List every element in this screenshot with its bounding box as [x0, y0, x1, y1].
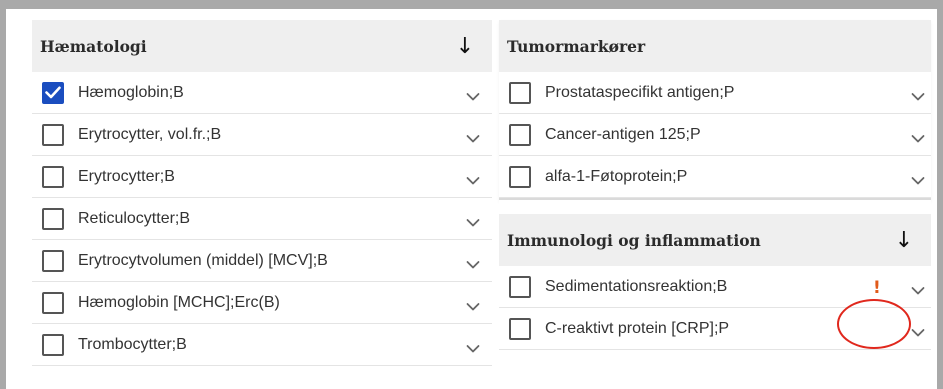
list-item[interactable]: Erytrocytter;B [32, 156, 492, 198]
item-label: Hæmoglobin [MCHC];Erc(B) [78, 293, 280, 311]
chevron-down-icon[interactable] [466, 173, 480, 185]
list-item[interactable]: Erytrocytvolumen (middel) [MCV];B [32, 240, 492, 282]
checkbox[interactable] [509, 275, 531, 298]
item-label: alfa-1-Føtoprotein;P [545, 167, 688, 185]
checkbox[interactable] [509, 81, 531, 104]
chevron-down-icon[interactable] [466, 89, 480, 101]
chevron-down-icon[interactable] [911, 173, 925, 185]
sort-arrow-icon[interactable]: ↓ [891, 228, 917, 253]
item-label: Prostataspecifikt antigen;P [545, 83, 735, 101]
item-label: Erytrocytter, vol.fr.;B [78, 125, 222, 143]
list-item[interactable]: Reticulocytter;B [32, 198, 492, 240]
list-item[interactable]: Hæmoglobin;B [32, 72, 492, 114]
haematologi-list: Hæmoglobin;B Erytrocytter, vol.fr.;B Erytr… [32, 72, 492, 366]
tumormarkorer-list: Prostataspecifikt antigen;P Cancer-antige… [499, 72, 931, 198]
item-label: Erytrocytvolumen (middel) [MCV];B [78, 251, 328, 269]
list-item[interactable]: Cancer-antigen 125;P [499, 114, 931, 156]
item-label: Erytrocytter;B [78, 167, 175, 185]
list-item[interactable]: Prostataspecifikt antigen;P [499, 72, 931, 114]
list-item[interactable]: Erytrocytter, vol.fr.;B [32, 114, 492, 156]
haematologi-panel: Hæmatologi ↓ Hæmoglobin;B Erytrocytter, v… [32, 20, 492, 366]
highlight-circle [837, 299, 911, 349]
checkbox[interactable] [42, 249, 64, 272]
section-spacer [499, 200, 931, 214]
checkbox[interactable] [42, 81, 64, 104]
item-label: Trombocytter;B [78, 335, 187, 353]
chevron-down-icon[interactable] [466, 341, 480, 353]
list-item[interactable]: alfa-1-Føtoprotein;P [499, 156, 931, 198]
exclamation-icon: ! [873, 278, 881, 298]
chevron-down-icon[interactable] [911, 283, 925, 295]
checkbox[interactable] [42, 123, 64, 146]
checkbox[interactable] [509, 123, 531, 146]
immunologi-title: Immunologi og inflammation [507, 230, 761, 250]
haematologi-title: Hæmatologi [40, 36, 147, 56]
list-item[interactable]: Hæmoglobin [MCHC];Erc(B) [32, 282, 492, 324]
tumormarkorer-panel: Tumormarkører Prostataspecifikt antigen;… [499, 20, 931, 200]
tumormarkorer-title: Tumormarkører [507, 36, 646, 56]
chevron-down-icon[interactable] [911, 131, 925, 143]
item-label: C-reaktivt protein [CRP];P [545, 319, 730, 337]
checkbox[interactable] [42, 291, 64, 314]
checkbox[interactable] [509, 165, 531, 188]
item-label: Hæmoglobin;B [78, 83, 184, 101]
chevron-down-icon[interactable] [466, 215, 480, 227]
checkbox[interactable] [509, 317, 531, 340]
chevron-down-icon[interactable] [466, 257, 480, 269]
item-label: Cancer-antigen 125;P [545, 125, 701, 143]
chevron-down-icon[interactable] [911, 325, 925, 337]
chevron-down-icon[interactable] [466, 131, 480, 143]
list-item[interactable]: Trombocytter;B [32, 324, 492, 366]
haematologi-header: Hæmatologi ↓ [32, 20, 492, 72]
chevron-down-icon[interactable] [911, 89, 925, 101]
immunologi-header: Immunologi og inflammation ↓ [499, 214, 931, 266]
chevron-down-icon[interactable] [466, 299, 480, 311]
tumormarkorer-header: Tumormarkører [499, 20, 931, 72]
sort-arrow-icon[interactable]: ↓ [452, 34, 478, 59]
item-label: Sedimentationsreaktion;B [545, 277, 728, 295]
checkmark-icon [45, 86, 61, 99]
item-label: Reticulocytter;B [78, 209, 191, 227]
checkbox[interactable] [42, 207, 64, 230]
checkbox[interactable] [42, 165, 64, 188]
checkbox[interactable] [42, 333, 64, 356]
